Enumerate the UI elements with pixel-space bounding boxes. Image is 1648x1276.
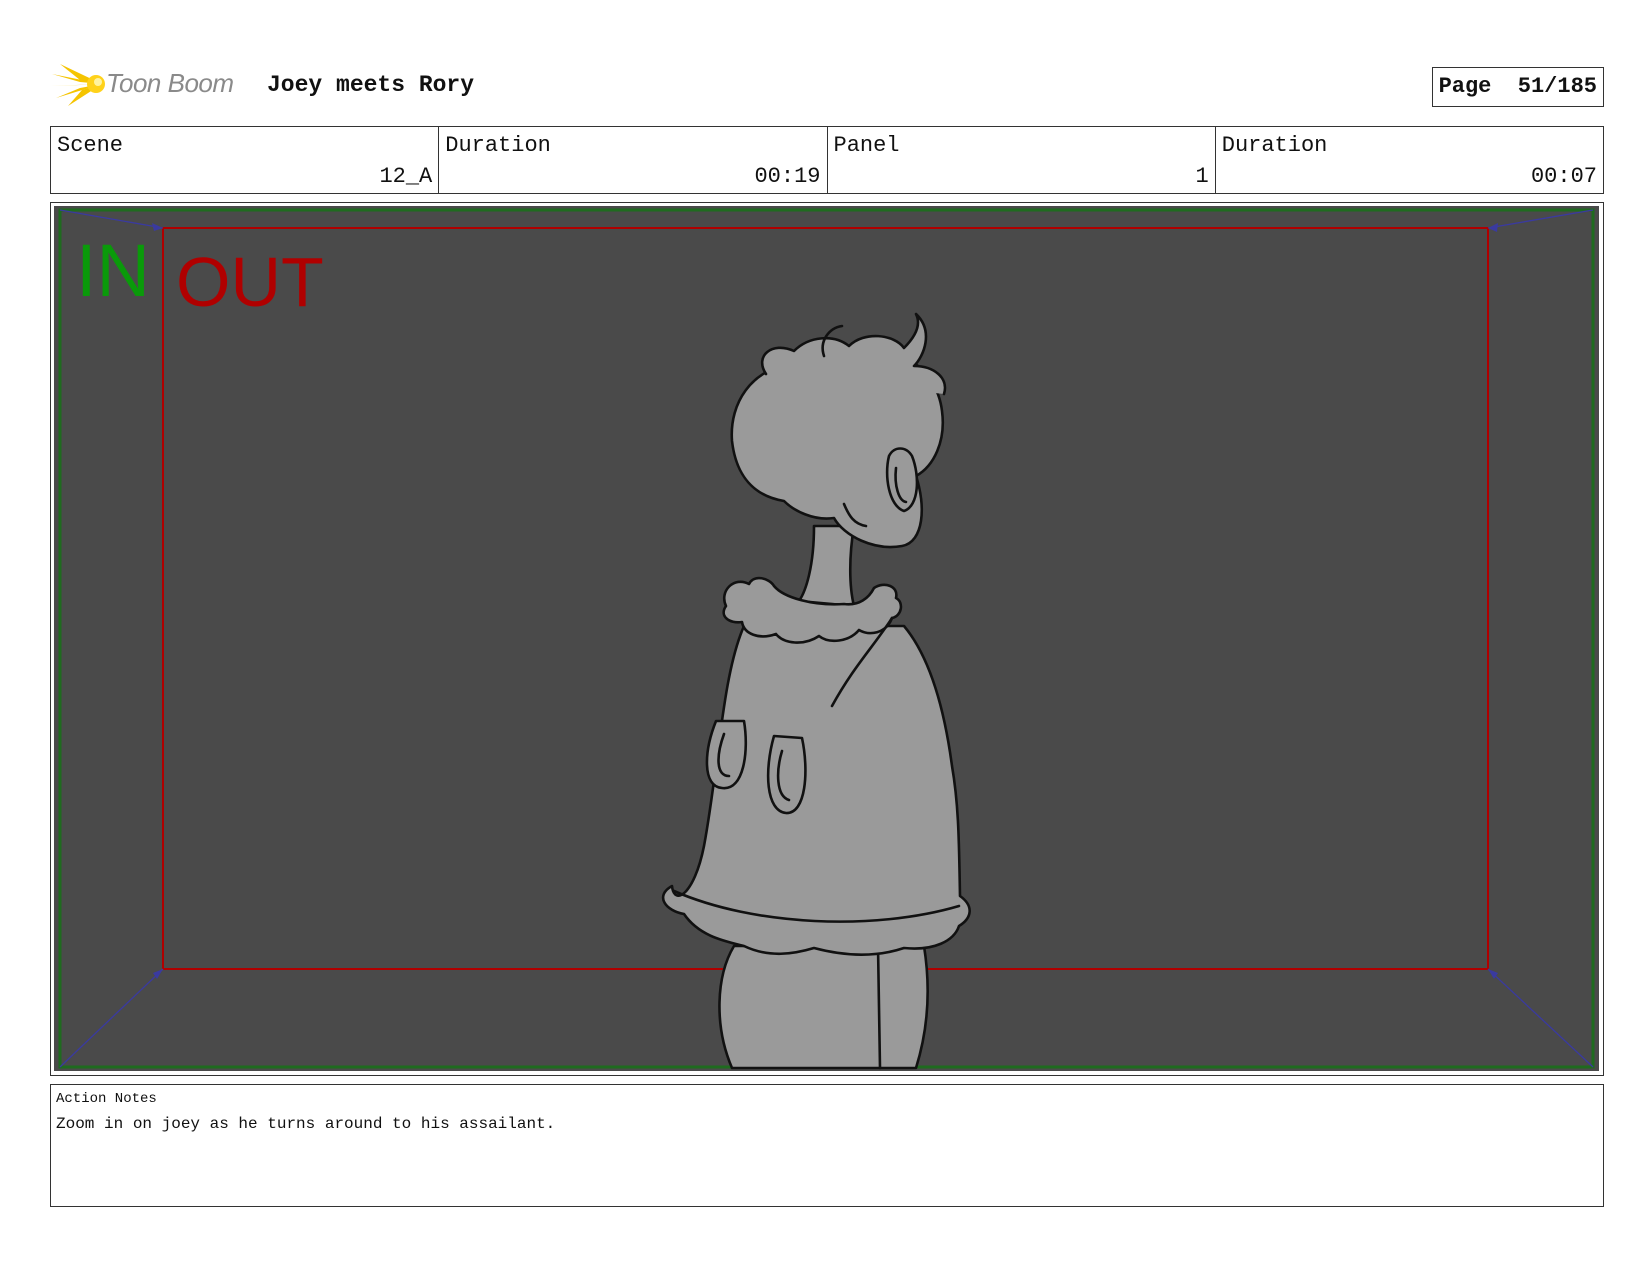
scene-duration-value: 00:19 (754, 164, 821, 189)
panel-drawing: IN OUT (58, 208, 1595, 1070)
action-notes-text: Zoom in on joey as he turns around to hi… (56, 1115, 556, 1133)
storyboard-panel: IN OUT (50, 202, 1604, 1076)
panel-value: 1 (1195, 164, 1209, 189)
panel-artwork: IN OUT (54, 206, 1599, 1071)
out-label: OUT (176, 243, 324, 321)
page-label: Page (1438, 74, 1492, 99)
scene-value: 12_A (379, 164, 433, 189)
scene-cell: Scene 12_A (51, 127, 440, 193)
character-joey (661, 312, 971, 1070)
panel-label: Panel (833, 133, 900, 158)
logo-text: Toon Boom (106, 68, 234, 98)
toon-boom-logo: Toon Boom (50, 60, 250, 108)
starburst-icon (50, 64, 105, 106)
panel-duration-cell: Duration 00:07 (1216, 127, 1603, 193)
in-label: IN (76, 229, 150, 312)
panel-cell: Panel 1 (828, 127, 1216, 193)
panel-duration-value: 00:07 (1530, 164, 1597, 189)
scene-label: Scene (57, 133, 124, 158)
page-indicator: Page 51/185 (1431, 67, 1604, 107)
page-number: 51/185 (1517, 74, 1597, 99)
action-notes-label: Action Notes (56, 1091, 157, 1107)
scene-duration-cell: Duration 00:19 (439, 127, 828, 193)
storyboard-header: Toon Boom Joey meets Rory Page 51/185 (50, 58, 1604, 110)
action-notes: Action Notes Zoom in on joey as he turns… (50, 1084, 1604, 1207)
scene-duration-label: Duration (445, 133, 551, 158)
scene-info-table: Scene 12_A Duration 00:19 Panel 1 Durati… (50, 126, 1604, 194)
panel-duration-label: Duration (1221, 133, 1328, 158)
project-title: Joey meets Rory (267, 72, 475, 98)
